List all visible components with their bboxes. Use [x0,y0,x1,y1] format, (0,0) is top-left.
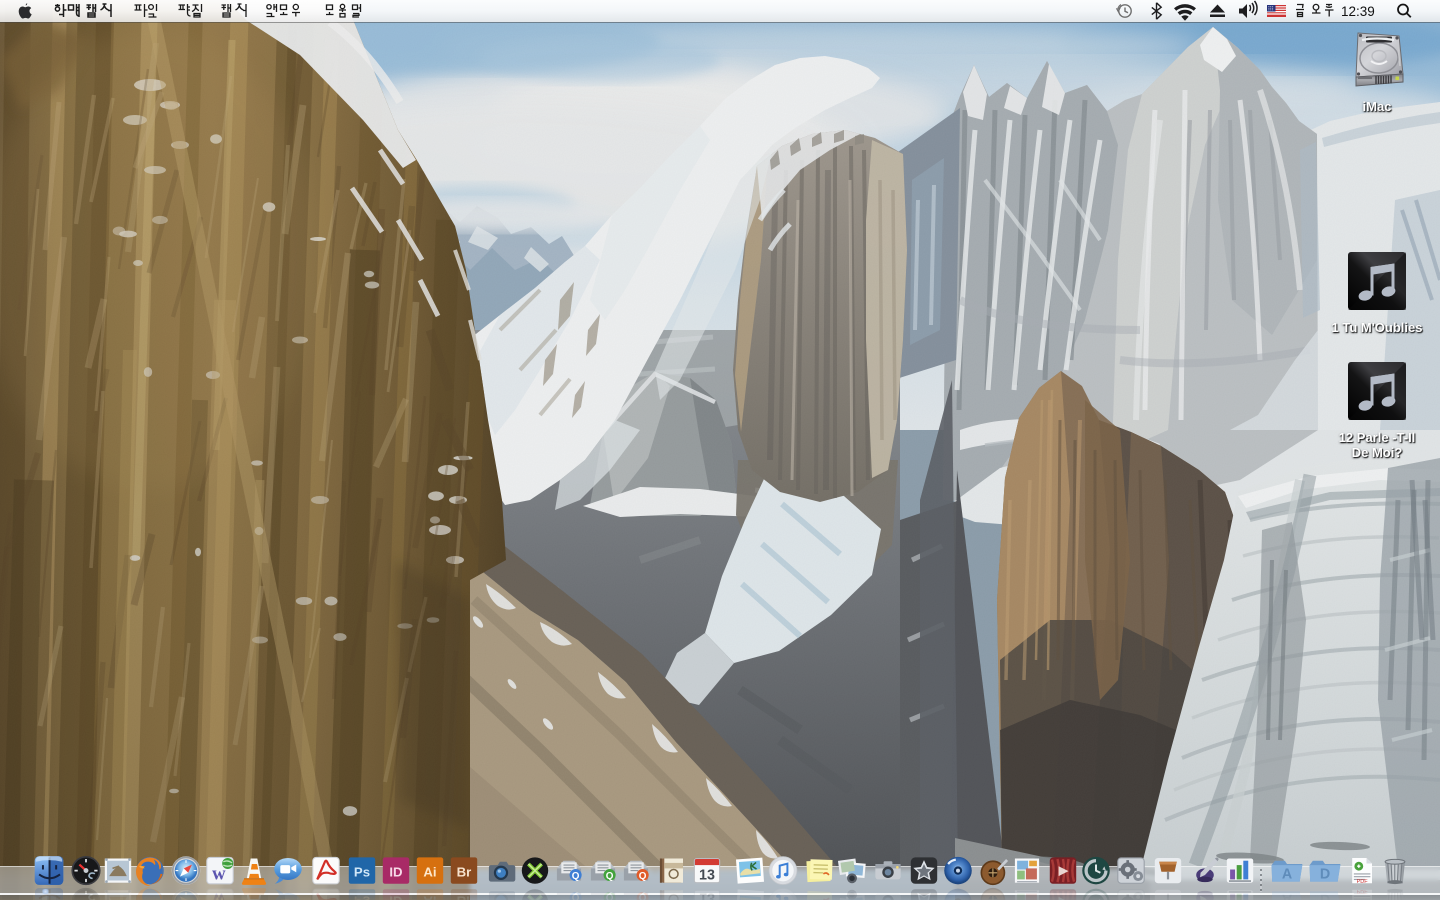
svg-text:ID: ID [389,865,402,880]
svg-text:Q: Q [606,871,614,882]
svg-text:PDF: PDF [1357,879,1369,885]
svg-text:Ps: Ps [354,865,370,880]
svg-text:Q: Q [639,871,647,882]
svg-text:13: 13 [699,867,715,883]
svg-text:A: A [1282,866,1292,882]
svg-text:12:39: 12:39 [1341,4,1375,19]
svg-text:Br: Br [457,865,472,880]
svg-text:Q: Q [572,871,580,882]
svg-text:D: D [1320,866,1330,882]
svg-text:Ai: Ai [423,865,436,880]
